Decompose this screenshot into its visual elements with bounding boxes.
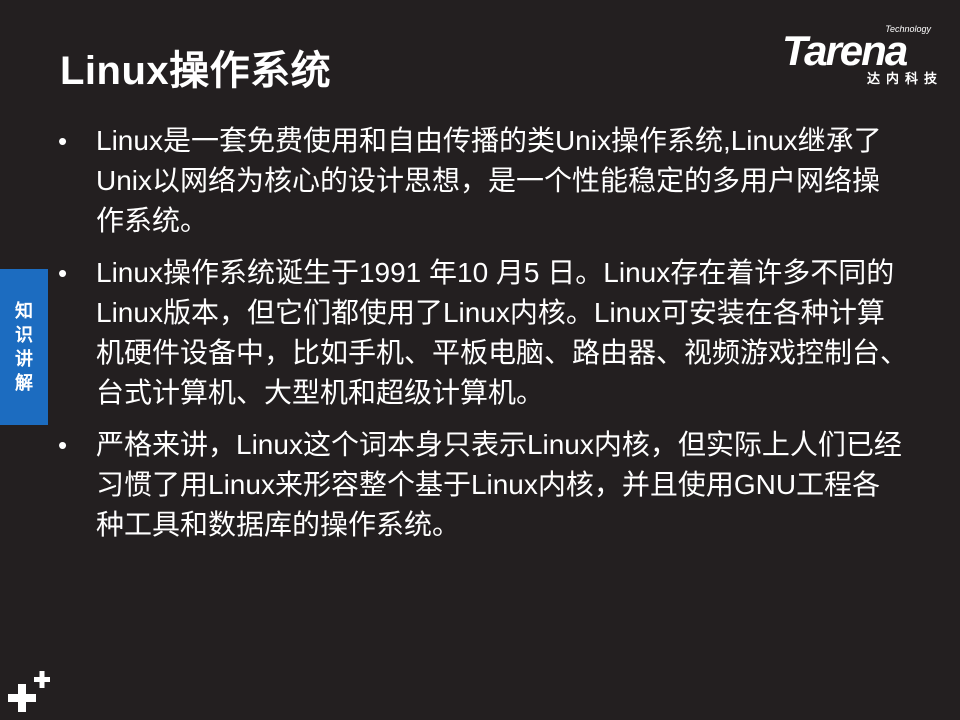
bullet-text: Linux操作系统诞生于1991 年10 月5 日。Linux存在着许多不同的L… xyxy=(96,257,909,408)
bullet-marker: • xyxy=(58,126,68,156)
bullet-marker: • xyxy=(58,430,68,460)
side-tab-char: 识 xyxy=(15,325,33,345)
bullet-list: • Linux是一套免费使用和自由传播的类Unix操作系统,Linux继承了Un… xyxy=(58,121,908,557)
bullet-item: • 严格来讲，Linux这个词本身只表示Linux内核，但实际上人们已经习惯了用… xyxy=(58,425,908,545)
side-tab-char: 知 xyxy=(15,301,33,321)
slide-title: Linux操作系统 xyxy=(60,49,332,93)
side-tab-char: 解 xyxy=(15,373,33,393)
logo-wordmark: Tarena xyxy=(782,27,908,74)
bullet-item: • Linux操作系统诞生于1991 年10 月5 日。Linux存在着许多不同… xyxy=(58,253,908,413)
side-tab-knowledge: 知 识 讲 解 xyxy=(0,269,48,425)
bullet-marker: • xyxy=(58,258,68,288)
logo-chinese-text: 达内科技 xyxy=(866,71,943,86)
tarena-logo: Technology Tarena 达内科技 xyxy=(782,22,947,86)
side-tab-char: 讲 xyxy=(15,349,33,369)
bullet-text: 严格来讲，Linux这个词本身只表示Linux内核，但实际上人们已经习惯了用Li… xyxy=(96,429,902,540)
bullet-item: • Linux是一套免费使用和自由传播的类Unix操作系统,Linux继承了Un… xyxy=(58,121,908,241)
plus-icon xyxy=(8,671,50,712)
bullet-text: Linux是一套免费使用和自由传播的类Unix操作系统,Linux继承了Unix… xyxy=(96,125,882,236)
